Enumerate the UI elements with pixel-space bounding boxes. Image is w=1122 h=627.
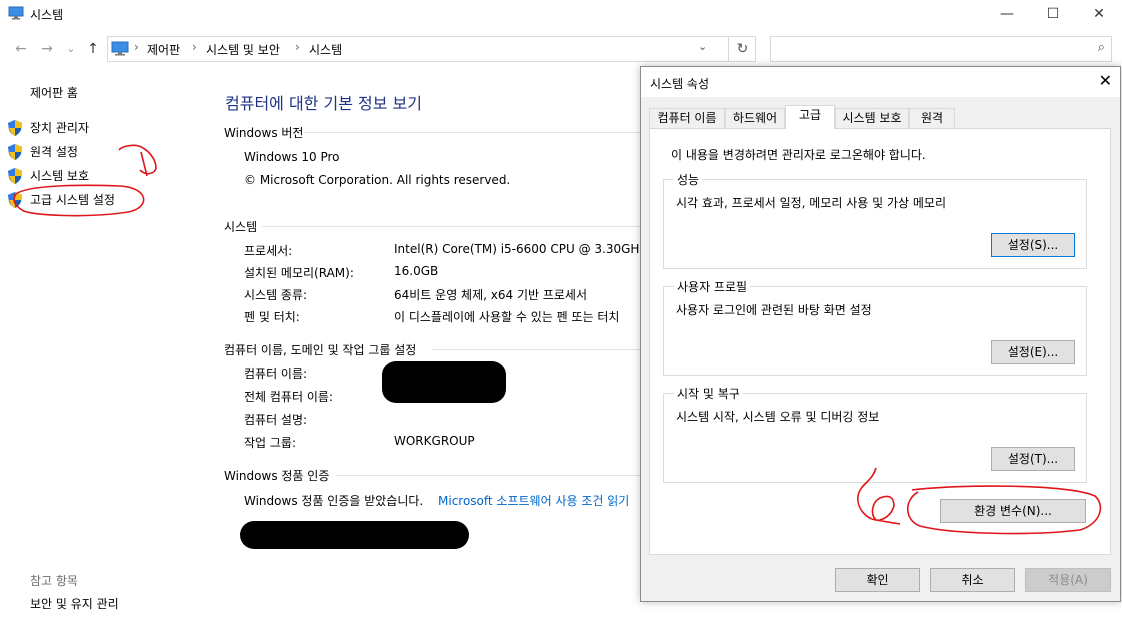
- system-type-label: 시스템 종류:: [244, 288, 308, 302]
- system-monitor-icon: [8, 6, 24, 20]
- shield-icon: [8, 168, 22, 184]
- windows-edition-value: Windows 10 Pro: [244, 150, 340, 164]
- security-maintenance-link[interactable]: 보안 및 유지 관리: [30, 595, 119, 612]
- sidebar-item-label: 시스템 보호: [30, 169, 90, 183]
- computer-name-label: 컴퓨터 이름:: [244, 367, 308, 381]
- admin-required-note: 이 내용을 변경하려면 관리자로 로그온해야 합니다.: [671, 148, 926, 162]
- control-panel-home-link[interactable]: 제어판 홈: [30, 84, 78, 101]
- section-divider: [262, 226, 640, 227]
- breadcrumb-separator-icon: ›: [134, 40, 139, 54]
- system-properties-dialog: 시스템 속성 ✕ 컴퓨터 이름 하드웨어 고급 시스템 보호 원격 이 내용을 …: [640, 66, 1121, 602]
- group-label: 사용자 프로필: [674, 278, 751, 295]
- window-titlebar: 시스템 — ☐ ✕: [0, 0, 1122, 30]
- system-type-value: 64비트 운영 체제, x64 기반 프로세서: [394, 288, 588, 302]
- dialog-close-button[interactable]: ✕: [1099, 71, 1112, 90]
- shield-icon: [8, 144, 22, 160]
- group-description: 시스템 시작, 시스템 오류 및 디버깅 정보: [676, 410, 880, 424]
- annotation-number-one: [118, 144, 157, 175]
- forward-arrow-icon[interactable]: →: [36, 38, 58, 60]
- address-dropdown-icon[interactable]: ⌄: [698, 40, 707, 53]
- group-description: 사용자 로그인에 관련된 바탕 화면 설정: [676, 303, 872, 317]
- performance-group: 성능 시각 효과, 프로세서 일정, 메모리 사용 및 가상 메모리 설정(S)…: [663, 171, 1087, 269]
- breadcrumb-separator-icon: ›: [295, 40, 300, 54]
- startup-recovery-group: 시작 및 복구 시스템 시작, 시스템 오류 및 디버깅 정보 설정(T)...: [663, 385, 1087, 483]
- group-description: 시각 효과, 프로세서 일정, 메모리 사용 및 가상 메모리: [676, 196, 946, 210]
- sidebar-item-remote-settings[interactable]: 원격 설정: [8, 143, 108, 161]
- sidebar-item-label: 원격 설정: [30, 145, 78, 159]
- computer-name-heading: 컴퓨터 이름, 도메인 및 작업 그룹 설정: [224, 343, 417, 357]
- up-arrow-icon[interactable]: ↑: [82, 38, 104, 60]
- pen-touch-value: 이 디스플레이에 사용할 수 있는 펜 또는 터치: [394, 310, 620, 324]
- processor-value: Intel(R) Core(TM) i5-6600 CPU @ 3.30GHz: [394, 242, 646, 256]
- user-profiles-group: 사용자 프로필 사용자 로그인에 관련된 바탕 화면 설정 설정(E)...: [663, 278, 1087, 376]
- ram-value: 16.0GB: [394, 264, 439, 278]
- activation-status: Windows 정품 인증을 받았습니다.: [244, 494, 424, 508]
- full-computer-name-label: 전체 컴퓨터 이름:: [244, 390, 333, 404]
- see-also-heading: 참고 항목: [30, 574, 78, 588]
- sidebar-item-system-protection[interactable]: 시스템 보호: [8, 167, 108, 185]
- ram-label: 설치된 메모리(RAM):: [244, 266, 354, 280]
- startup-recovery-settings-button[interactable]: 설정(T)...: [991, 447, 1075, 471]
- environment-variables-button[interactable]: 환경 변수(N)...: [940, 499, 1086, 523]
- window-title: 시스템: [30, 8, 64, 22]
- dialog-title: 시스템 속성: [650, 77, 710, 91]
- search-icon[interactable]: ⌕: [1098, 40, 1105, 55]
- breadcrumb-control-panel[interactable]: 제어판: [147, 41, 180, 58]
- tab-computer-name[interactable]: 컴퓨터 이름: [649, 108, 725, 128]
- performance-settings-button[interactable]: 설정(S)...: [991, 233, 1075, 257]
- search-input[interactable]: ⌕: [770, 36, 1112, 62]
- sidebar-item-advanced-system-settings[interactable]: 고급 시스템 설정: [8, 191, 128, 209]
- address-bar[interactable]: › 제어판 › 시스템 및 보안 › 시스템 ⌄ ↻: [107, 36, 756, 62]
- copyright-text: © Microsoft Corporation. All rights rese…: [244, 173, 511, 187]
- control-panel-icon: [111, 41, 129, 56]
- breadcrumb-system[interactable]: 시스템: [309, 41, 342, 58]
- tab-system-protection[interactable]: 시스템 보호: [835, 108, 909, 128]
- back-arrow-icon[interactable]: ←: [10, 38, 32, 60]
- recent-locations-icon[interactable]: ⌄: [60, 38, 82, 60]
- minimize-button[interactable]: —: [984, 0, 1030, 28]
- processor-label: 프로세서:: [244, 244, 293, 258]
- maximize-button[interactable]: ☐: [1030, 0, 1076, 28]
- redaction-mark: [382, 361, 506, 403]
- close-window-button[interactable]: ✕: [1076, 0, 1122, 28]
- group-label: 시작 및 복구: [674, 385, 743, 402]
- breadcrumb-separator-icon: ›: [192, 40, 197, 54]
- ok-button[interactable]: 확인: [835, 568, 920, 592]
- annotation-number-one: [140, 151, 148, 177]
- redaction-mark: [240, 521, 469, 549]
- section-divider: [336, 475, 640, 476]
- section-divider: [432, 349, 640, 350]
- license-terms-link[interactable]: Microsoft 소프트웨어 사용 조건 읽기: [438, 492, 629, 509]
- pen-touch-label: 펜 및 터치:: [244, 310, 300, 324]
- section-divider: [304, 132, 640, 133]
- shield-icon: [8, 120, 22, 136]
- system-heading: 시스템: [224, 220, 258, 234]
- computer-description-label: 컴퓨터 설명:: [244, 413, 308, 427]
- tab-remote[interactable]: 원격: [909, 108, 955, 128]
- dialog-titlebar: 시스템 속성 ✕: [641, 67, 1120, 97]
- activation-heading: Windows 정품 인증: [224, 469, 330, 483]
- workgroup-label: 작업 그룹:: [244, 436, 297, 450]
- sidebar-item-device-manager[interactable]: 장치 관리자: [8, 119, 108, 137]
- windows-edition-heading: Windows 버전: [224, 126, 304, 140]
- apply-button[interactable]: 적용(A): [1025, 568, 1111, 592]
- breadcrumb-system-security[interactable]: 시스템 및 보안: [206, 41, 280, 58]
- cancel-button[interactable]: 취소: [930, 568, 1015, 592]
- shield-icon: [8, 192, 22, 208]
- refresh-icon[interactable]: ↻: [728, 37, 756, 61]
- sidebar-item-label: 장치 관리자: [30, 121, 90, 135]
- user-profiles-settings-button[interactable]: 설정(E)...: [991, 340, 1075, 364]
- page-title: 컴퓨터에 대한 기본 정보 보기: [225, 94, 422, 113]
- group-label: 성능: [674, 171, 703, 188]
- tab-advanced[interactable]: 고급: [785, 105, 835, 129]
- sidebar-item-label: 고급 시스템 설정: [30, 193, 115, 207]
- workgroup-value: WORKGROUP: [394, 434, 475, 448]
- tab-hardware[interactable]: 하드웨어: [725, 108, 785, 128]
